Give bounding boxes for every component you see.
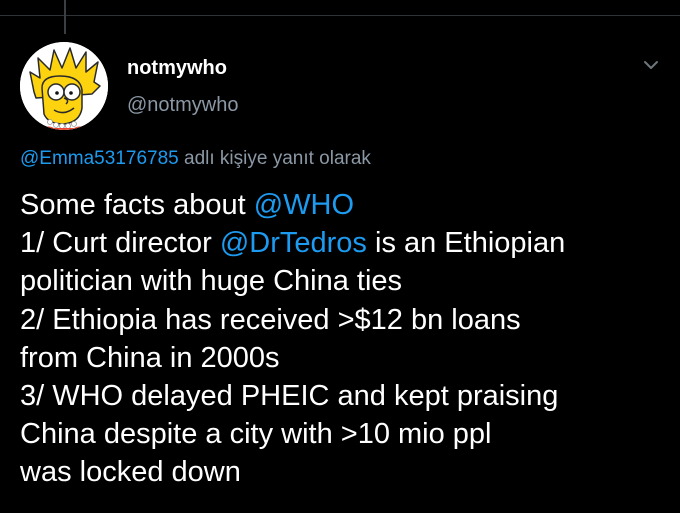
tweet-line: Some facts about @WHO bbox=[20, 186, 670, 224]
tweet-line: politician with huge China ties bbox=[20, 265, 403, 298]
chevron-down-icon bbox=[644, 61, 658, 69]
avatar[interactable] bbox=[20, 42, 108, 130]
tweet-line: 2/ Ethiopia has received >$12 bn loans bbox=[20, 303, 521, 336]
author-display-name[interactable]: notmywho bbox=[127, 57, 227, 80]
tweet-line: 1/ Curt director @DrTedros is an Ethiopi… bbox=[20, 224, 670, 262]
tweet-line: 3/ WHO delayed PHEIC and kept praising bbox=[20, 380, 559, 413]
top-divider bbox=[0, 15, 680, 16]
tweet-text-segment: 1/ Curt director bbox=[20, 227, 220, 260]
drtedros-mention-link[interactable]: @DrTedros bbox=[220, 227, 367, 259]
reply-to-mention-link[interactable]: @Emma53176785 bbox=[20, 148, 179, 169]
tweet-line: China despite a city with >10 mio ppl bbox=[20, 418, 492, 451]
reply-context-text: adlı kişiye yanıt olarak bbox=[178, 148, 371, 169]
author-handle[interactable]: @notmywho bbox=[127, 94, 238, 117]
thread-connector-line bbox=[64, 0, 66, 34]
tweet-text-segment: Some facts about bbox=[20, 189, 254, 221]
reply-context: @Emma53176785 adlı kişiye yanıt olarak bbox=[20, 148, 371, 170]
tweet-line: from China in 2000s bbox=[20, 341, 280, 374]
avatar-image bbox=[20, 42, 108, 130]
tweet-text-segment: is an Ethiopian bbox=[366, 227, 566, 260]
tweet-text: Some facts about @WHO 1/ Curt director @… bbox=[20, 186, 670, 492]
who-mention-link[interactable]: @WHO bbox=[254, 189, 354, 221]
tweet-line: was locked down bbox=[20, 456, 241, 489]
tweet-menu-button[interactable] bbox=[640, 54, 662, 76]
